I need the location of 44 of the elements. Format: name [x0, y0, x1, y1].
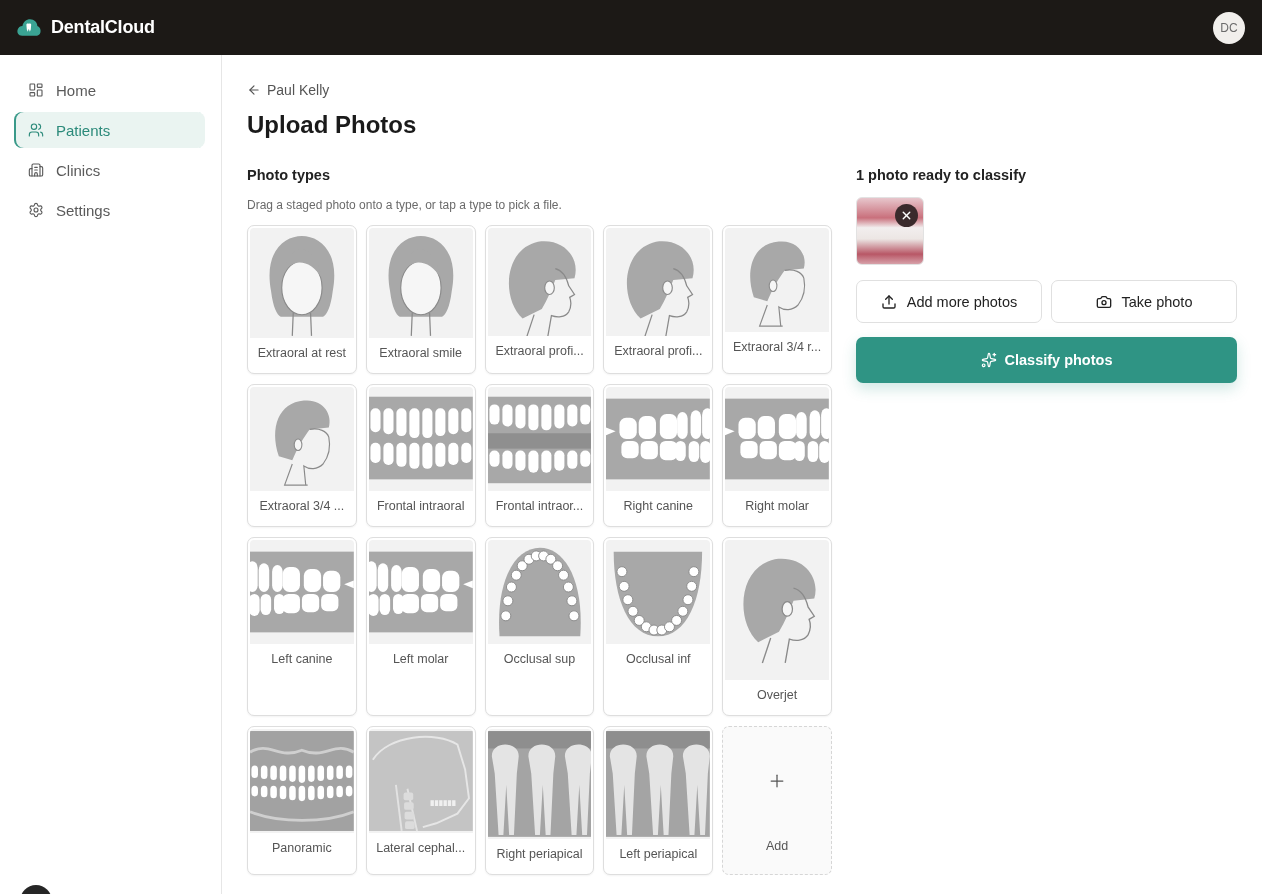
- classify-button[interactable]: Classify photos: [856, 337, 1237, 383]
- nav-item[interactable]: Settings: [14, 192, 205, 228]
- photo-type-tile[interactable]: Lateral cephal...: [365, 726, 476, 875]
- photo-type-tile[interactable]: Extraoral 3/4 ...: [247, 384, 357, 527]
- add-tile[interactable]: Add: [722, 726, 832, 875]
- photo-placeholder: [856, 197, 924, 265]
- photo-type-tile[interactable]: Right canine: [603, 384, 714, 527]
- take-photo-button[interactable]: Take photo: [1051, 280, 1237, 323]
- dashboard-icon: [28, 82, 44, 98]
- user-avatar[interactable]: DC: [1213, 11, 1245, 44]
- photo-type-tile[interactable]: Extraoral 3/4 r...: [722, 225, 832, 374]
- logo-icon: [17, 17, 41, 38]
- photo-type-tile[interactable]: Left periapical: [603, 726, 714, 875]
- nav-item[interactable]: Home: [14, 72, 205, 108]
- photo-type-tile[interactable]: Frontal intraor...: [484, 384, 595, 527]
- app-name: DentalCloud: [51, 17, 155, 38]
- photo-type-tile[interactable]: Frontal intraoral: [365, 384, 476, 527]
- section-heading: Photo types: [247, 166, 331, 185]
- photo-type-tile[interactable]: Left canine: [247, 537, 357, 716]
- hint-text: Drag a staged photo onto a type, or tap a type to pick a file.: [247, 197, 563, 213]
- nav-item[interactable]: Clinics: [14, 152, 205, 188]
- photo-type-tile[interactable]: Extraoral at rest: [247, 225, 357, 374]
- building-icon: [28, 162, 44, 178]
- users-icon: [28, 122, 44, 138]
- upload-icon: [880, 293, 897, 310]
- settings-icon: [28, 202, 44, 218]
- sparkles-icon: [980, 352, 997, 368]
- photo-type-tile[interactable]: Occlusal sup: [484, 537, 595, 716]
- photo-type-tile[interactable]: Overjet: [722, 537, 832, 716]
- add-photos-button[interactable]: Add more photos: [856, 280, 1042, 323]
- camera-icon: [1095, 293, 1112, 310]
- photo-type-tile[interactable]: Right molar: [722, 384, 832, 527]
- photo-type-tile[interactable]: Extraoral profi...: [484, 225, 595, 374]
- photo-type-tile[interactable]: Left molar: [365, 537, 476, 716]
- photo-type-tile[interactable]: Right periapical: [484, 726, 595, 875]
- close-icon: [900, 209, 913, 222]
- nav-item[interactable]: Patients: [14, 112, 205, 148]
- photo-type-tile[interactable]: Occlusal inf: [603, 537, 714, 716]
- photo-type-tile[interactable]: Extraoral profi...: [603, 225, 714, 374]
- back-link[interactable]: Paul Kelly: [247, 80, 330, 100]
- photo-type-tile[interactable]: Panoramic: [247, 726, 357, 875]
- page-title: Upload Photos: [247, 110, 418, 140]
- photo-type-tile[interactable]: Extraoral smile: [365, 225, 476, 374]
- section-heading: 1 photo ready to classify: [856, 166, 1028, 185]
